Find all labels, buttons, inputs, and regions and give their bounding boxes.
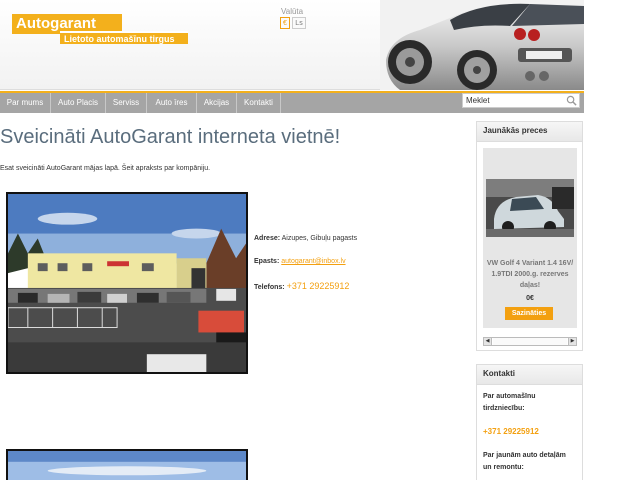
nav-item-serviss[interactable]: Serviss [106,93,147,113]
page-title: Sveicināti AutoGarant interneta vietnē! [0,126,341,148]
nav-item-akcijas[interactable]: Akcijas [197,93,237,113]
header-car-image [380,0,584,90]
address-label: Adrese: [254,235,281,242]
product-title[interactable]: VW Golf 4 Variant 1.4 16V/ 1.9TDI 2000.g… [485,258,575,291]
contacts-box: Kontakti Par automašīnu tirdzniecību: +3… [476,364,583,480]
email-line: Epasts: autogarant@inbox.lv [254,258,346,265]
product-price: 0€ [526,295,534,302]
site-logo[interactable]: Autogarant Lietoto automašīnu tirgus [12,14,188,44]
contacts-sales-label: Par automašīnu tirdzniecību: [483,393,536,412]
logo-subtitle: Lietoto automašīnu tirgus [60,31,188,44]
phone-value: +371 29225912 [286,281,350,291]
address-value: Aizupes, Gibuļu pagasts [281,235,358,242]
search-icon[interactable] [566,95,577,106]
intro-text: Esat sveicināti AutoGarant mājas lapā. Š… [0,165,211,172]
search-input[interactable] [463,94,563,107]
scroll-right-arrow-icon[interactable]: ▶ [568,338,576,345]
second-photo [6,449,248,480]
currency-label: Valūta [281,7,304,16]
latest-products-title: Jaunākās preces [477,122,582,142]
latest-products-box: Jaunākās preces VW Golf 4 Variant 1.4 16… [476,121,583,351]
contacts-title: Kontakti [477,365,582,385]
address-line: Adrese: Aizupes, Gibuļu pagasts [254,235,357,242]
nav-item-auto-ires[interactable]: Auto īres [147,93,197,113]
scroll-thumb[interactable] [493,338,567,345]
scroll-left-arrow-icon[interactable]: ◀ [484,338,492,345]
product-scrollbar[interactable]: ◀ ▶ [483,337,577,346]
contacts-sales-phone: +371 29225912 [483,427,539,436]
contact-seller-button[interactable]: Sazināties [505,307,553,320]
contacts-parts-label: Par jaunām auto detaļām un remontu: [483,452,566,471]
nav-item-kontakti[interactable]: Kontakti [237,93,281,113]
currency-eur-button[interactable]: € [280,17,290,29]
garage-building-photo [6,192,248,374]
email-link[interactable]: autogarant@inbox.lv [281,258,345,265]
phone-line: Telefons: +371 29225912 [254,281,349,291]
product-card[interactable]: VW Golf 4 Variant 1.4 16V/ 1.9TDI 2000.g… [483,148,577,328]
currency-ls-button[interactable]: Ls [292,17,306,29]
site-header: Autogarant Lietoto automašīnu tirgus Val… [0,0,584,90]
search-box [462,93,580,108]
nav-item-par-mums[interactable]: Par mums [0,93,51,113]
product-image[interactable] [486,179,574,237]
email-label: Epasts: [254,258,280,265]
nav-item-auto-placis[interactable]: Auto Placis [51,93,106,113]
phone-label: Telefons: [254,284,285,291]
